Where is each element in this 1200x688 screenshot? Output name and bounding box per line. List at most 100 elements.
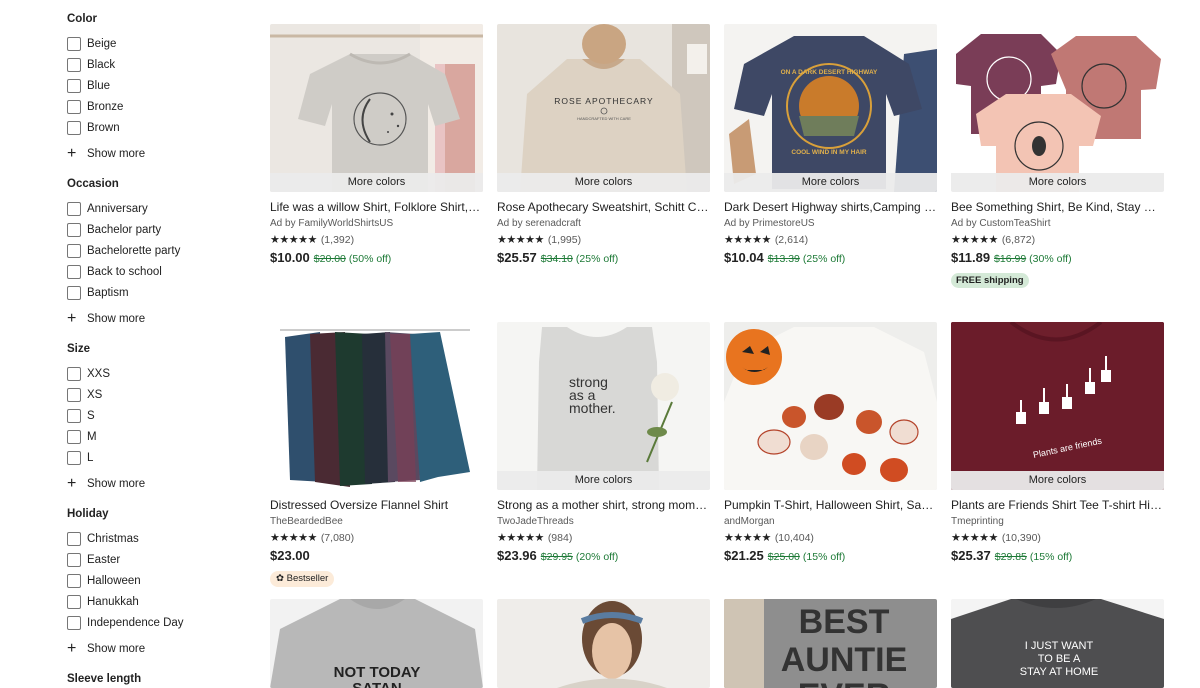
checkbox[interactable]: [67, 531, 81, 546]
filter-option-s[interactable]: S: [67, 405, 145, 426]
option-label: S: [87, 409, 95, 422]
listing-image[interactable]: [724, 322, 937, 490]
listing-card[interactable]: BEST AUNTIE EVER: [724, 599, 937, 688]
show-more-size[interactable]: + Show more: [67, 474, 145, 494]
listing-card[interactable]: More colors Bee Something Shirt, Be Kind…: [951, 24, 1164, 288]
filter-option-easter[interactable]: Easter: [67, 549, 184, 570]
checkbox[interactable]: [67, 264, 81, 279]
filter-option-bronze[interactable]: Bronze: [67, 96, 145, 117]
filter-group-color: Color Beige Black Blue Bronze Brown + Sho…: [67, 12, 145, 164]
filter-group-holiday: Holiday Christmas Easter Halloween Hanuk…: [67, 507, 184, 659]
discount: (25% off): [802, 253, 846, 265]
listing-image[interactable]: Plants are friends More colors: [951, 322, 1164, 490]
price-row: $11.89 $16.99 (30% off): [951, 250, 1164, 270]
review-count: (7,080): [320, 532, 355, 544]
option-label: Back to school: [87, 265, 162, 278]
listing-image[interactable]: ROSE APOTHECARY HANDCRAFTED WITH CARE Mo…: [497, 24, 710, 192]
option-label: Christmas: [87, 532, 139, 545]
listing-card[interactable]: Distressed Oversize Flannel Shirt TheBea…: [270, 322, 483, 587]
checkbox[interactable]: [67, 450, 81, 465]
listing-image[interactable]: strong as a mother. More colors: [497, 322, 710, 490]
listing-card[interactable]: Plants are friends More colors Plants ar…: [951, 322, 1164, 568]
filter-option-l[interactable]: L: [67, 447, 145, 468]
checkbox[interactable]: [67, 429, 81, 444]
price: $23.96: [497, 548, 537, 563]
checkbox[interactable]: [67, 615, 81, 630]
show-more-color[interactable]: + Show more: [67, 144, 145, 164]
listing-title[interactable]: Pumpkin T-Shirt, Halloween Shirt, Sack L…: [724, 497, 937, 513]
print-text: TO BE A: [1038, 653, 1081, 665]
review-count: (984): [547, 532, 573, 544]
filter-option-halloween[interactable]: Halloween: [67, 570, 184, 591]
listing-card[interactable]: ROSE APOTHECARY HANDCRAFTED WITH CARE Mo…: [497, 24, 710, 270]
checkbox[interactable]: [67, 201, 81, 216]
filter-option-blue[interactable]: Blue: [67, 75, 145, 96]
listing-card[interactable]: [497, 599, 710, 688]
listing-card[interactable]: Pumpkin T-Shirt, Halloween Shirt, Sack L…: [724, 322, 937, 568]
listing-image[interactable]: [270, 322, 483, 490]
listing-title[interactable]: Life was a willow Shirt, Folklore Shirt,…: [270, 199, 483, 215]
checkbox[interactable]: [67, 36, 81, 51]
checkbox[interactable]: [67, 57, 81, 72]
filter-option-m[interactable]: M: [67, 426, 145, 447]
filter-option-black[interactable]: Black: [67, 54, 145, 75]
listing-card[interactable]: strong as a mother. More colors Strong a…: [497, 322, 710, 568]
filter-option-bachelor-party[interactable]: Bachelor party: [67, 219, 180, 240]
listing-card[interactable]: NOT TODAY SATAN: [270, 599, 483, 688]
checkbox[interactable]: [67, 99, 81, 114]
listing-title[interactable]: Strong as a mother shirt, strong mom shi…: [497, 497, 710, 513]
filter-title: Size: [67, 343, 91, 355]
option-label: Black: [87, 58, 116, 71]
listing-image[interactable]: NOT TODAY SATAN: [270, 599, 483, 688]
option-label: XS: [87, 388, 103, 401]
checkbox[interactable]: [67, 222, 81, 237]
rating: ★★★★★ (10,404): [724, 530, 937, 546]
listing-card[interactable]: I JUST WANT TO BE A STAY AT HOME: [951, 599, 1164, 688]
print-text: STAY AT HOME: [1020, 666, 1098, 678]
checkbox[interactable]: [67, 594, 81, 609]
listing-image[interactable]: More colors: [270, 24, 483, 192]
filter-option-baptism[interactable]: Baptism: [67, 282, 180, 303]
checkbox[interactable]: [67, 387, 81, 402]
print-text: NOT TODAY: [334, 664, 421, 681]
listing-image[interactable]: More colors: [951, 24, 1164, 192]
listing-card[interactable]: ON A DARK DESERT HIGHWAY COOL WIND IN MY…: [724, 24, 937, 270]
filter-option-anniversary[interactable]: Anniversary: [67, 198, 180, 219]
filter-option-xs[interactable]: XS: [67, 384, 145, 405]
filter-option-hanukkah[interactable]: Hanukkah: [67, 591, 184, 612]
print-text: SATAN: [352, 680, 401, 688]
checkbox[interactable]: [67, 573, 81, 588]
filter-option-independence-day[interactable]: Independence Day: [67, 612, 184, 633]
listing-card[interactable]: More colors Life was a willow Shirt, Fol…: [270, 24, 483, 270]
price-row: $23.00: [270, 548, 483, 568]
listing-title[interactable]: Dark Desert Highway shirts,Camping Shirt: [724, 199, 937, 215]
filter-option-back-to-school[interactable]: Back to school: [67, 261, 180, 282]
listing-title[interactable]: Plants are Friends Shirt Tee T-shirt Hip…: [951, 497, 1164, 513]
price-row: $10.00 $20.00 (50% off): [270, 250, 483, 270]
listing-image[interactable]: BEST AUNTIE EVER: [724, 599, 937, 688]
filter-group-size: Size XXS XS S M L + Show more: [67, 342, 145, 494]
filter-option-beige[interactable]: Beige: [67, 33, 145, 54]
print-text: AUNTIE: [781, 641, 908, 679]
checkbox[interactable]: [67, 285, 81, 300]
listing-image[interactable]: I JUST WANT TO BE A STAY AT HOME: [951, 599, 1164, 688]
filter-option-xxs[interactable]: XXS: [67, 363, 145, 384]
checkbox[interactable]: [67, 78, 81, 93]
checkbox[interactable]: [67, 120, 81, 135]
listing-image[interactable]: [497, 599, 710, 688]
filter-option-christmas[interactable]: Christmas: [67, 528, 184, 549]
listing-image[interactable]: ON A DARK DESERT HIGHWAY COOL WIND IN MY…: [724, 24, 937, 192]
show-more-occasion[interactable]: + Show more: [67, 309, 180, 329]
listing-title[interactable]: Rose Apothecary Sweatshirt, Schitt Creek…: [497, 199, 710, 215]
checkbox[interactable]: [67, 408, 81, 423]
show-more-holiday[interactable]: + Show more: [67, 639, 184, 659]
shop-name: Ad by CustomTeaShirt: [951, 218, 1051, 229]
option-label: Beige: [87, 37, 117, 50]
checkbox[interactable]: [67, 243, 81, 258]
checkbox[interactable]: [67, 552, 81, 567]
checkbox[interactable]: [67, 366, 81, 381]
filter-option-bachelorette-party[interactable]: Bachelorette party: [67, 240, 180, 261]
listing-title[interactable]: Distressed Oversize Flannel Shirt: [270, 497, 483, 513]
listing-title[interactable]: Bee Something Shirt, Be Kind, Stay Humbl…: [951, 199, 1164, 215]
filter-option-brown[interactable]: Brown: [67, 117, 145, 138]
